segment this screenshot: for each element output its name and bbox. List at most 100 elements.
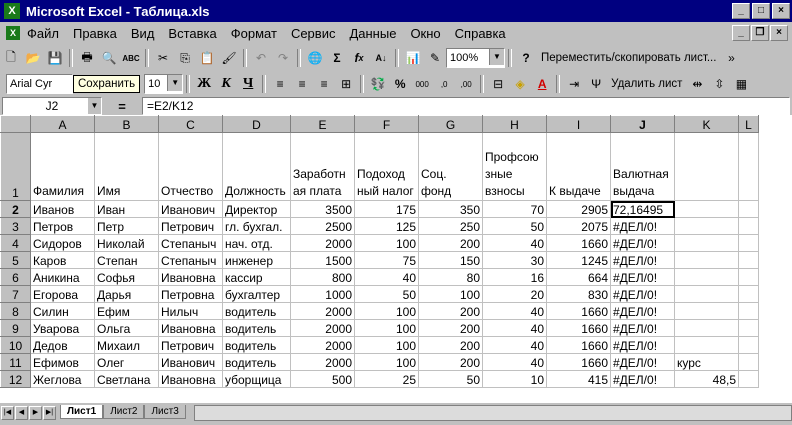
table-cell[interactable]: 2000	[290, 336, 355, 354]
table-cell[interactable]	[738, 336, 759, 354]
table-cell[interactable]: 1000	[290, 285, 355, 303]
table-cell[interactable]: 1660	[546, 234, 611, 252]
table-cell[interactable]: 415	[546, 370, 611, 388]
table-cell[interactable]: 20	[482, 285, 547, 303]
sheet-tab-3[interactable]: Лист3	[144, 405, 186, 419]
increase-decimal-icon[interactable]: ,0	[434, 74, 454, 94]
table-cell[interactable]: 75	[354, 251, 419, 269]
row-header[interactable]: 4	[0, 234, 31, 252]
table-cell[interactable]: 25	[354, 370, 419, 388]
format-painter-icon[interactable]: 🖌	[219, 48, 239, 68]
row-header[interactable]: 6	[0, 268, 31, 286]
table-cell[interactable]	[738, 268, 759, 286]
column-header[interactable]: F	[354, 115, 419, 133]
header-cell[interactable]: Отчество	[158, 132, 223, 201]
menu-file[interactable]: Файл	[20, 26, 66, 41]
table-cell[interactable]	[738, 370, 759, 388]
redo-icon[interactable]: ↷	[273, 48, 293, 68]
table-cell[interactable]: Иван	[94, 200, 159, 218]
new-icon[interactable]: 🗋	[1, 48, 21, 68]
table-cell[interactable]	[674, 268, 739, 286]
table-cell[interactable]: водитель	[222, 336, 291, 354]
row-header[interactable]: 2	[0, 200, 31, 218]
prev-sheet-icon[interactable]: ◀	[15, 406, 28, 420]
chart-wizard-icon[interactable]: 📊	[403, 48, 423, 68]
chevron-down-icon[interactable]: ▼	[489, 49, 504, 65]
column-header[interactable]: I	[546, 115, 611, 133]
table-cell[interactable]: 10	[482, 370, 547, 388]
column-header[interactable]: D	[222, 115, 291, 133]
name-box[interactable]: J2 ▼	[2, 97, 102, 115]
column-header[interactable]: K	[674, 115, 739, 133]
row-header[interactable]: 7	[0, 285, 31, 303]
table-cell[interactable]	[738, 217, 759, 235]
table-cell[interactable]: нач. отд.	[222, 234, 291, 252]
doc-minimize-button[interactable]: _	[732, 25, 750, 41]
table-cell[interactable]: #ДЕЛ/0!	[610, 353, 675, 371]
table-cell[interactable]: Иванов	[30, 200, 95, 218]
align-left-icon[interactable]: ≡	[270, 74, 290, 94]
table-cell[interactable]: 500	[290, 370, 355, 388]
table-cell[interactable]: 40	[482, 234, 547, 252]
workbook-icon[interactable]: X	[6, 26, 20, 40]
table-cell[interactable]: курс	[674, 353, 739, 371]
table-cell[interactable]: Иванович	[158, 200, 223, 218]
table-cell[interactable]	[674, 336, 739, 354]
table-cell[interactable]	[674, 302, 739, 320]
row-header[interactable]: 12	[0, 370, 31, 388]
table-cell[interactable]: Сидоров	[30, 234, 95, 252]
table-cell[interactable]	[738, 319, 759, 337]
table-cell[interactable]: Степан	[94, 251, 159, 269]
table-cell[interactable]: Жеглова	[30, 370, 95, 388]
spelling-icon[interactable]: ABC	[121, 48, 141, 68]
paste-icon[interactable]: 📋	[197, 48, 217, 68]
header-cell[interactable]	[738, 132, 759, 201]
save-icon[interactable]: 💾	[45, 48, 65, 68]
table-cell[interactable]: Директор	[222, 200, 291, 218]
menu-data[interactable]: Данные	[342, 26, 403, 41]
menu-edit[interactable]: Правка	[66, 26, 124, 41]
table-cell[interactable]: 664	[546, 268, 611, 286]
table-cell[interactable]: Степаныч	[158, 251, 223, 269]
menu-help[interactable]: Справка	[448, 26, 513, 41]
maximize-button[interactable]: □	[752, 3, 770, 19]
header-cell[interactable]: К выдаче	[546, 132, 611, 201]
column-header[interactable]: B	[94, 115, 159, 133]
menu-format[interactable]: Формат	[224, 26, 284, 41]
table-cell[interactable]: Петров	[30, 217, 95, 235]
column-header[interactable]: H	[482, 115, 547, 133]
header-cell[interactable]: Имя	[94, 132, 159, 201]
insert-sheet-icon[interactable]: ⇥	[564, 74, 584, 94]
table-cell[interactable]: #ДЕЛ/0!	[610, 234, 675, 252]
row-header[interactable]: 9	[0, 319, 31, 337]
table-cell[interactable]: Степаныч	[158, 234, 223, 252]
table-cell[interactable]: Ивановна	[158, 370, 223, 388]
table-cell[interactable]: 50	[354, 285, 419, 303]
chevron-down-icon[interactable]: ▼	[167, 75, 183, 91]
menu-view[interactable]: Вид	[124, 26, 162, 41]
fill-color-icon[interactable]: ◈	[510, 74, 530, 94]
horizontal-scrollbar[interactable]	[193, 405, 792, 421]
table-cell[interactable]: 1660	[546, 336, 611, 354]
print-icon[interactable]: 🖶	[77, 48, 97, 68]
table-cell[interactable]: 800	[290, 268, 355, 286]
insert-row-icon[interactable]: ⇳	[709, 74, 729, 94]
table-cell[interactable]: Ивановна	[158, 268, 223, 286]
table-cell[interactable]: Иванович	[158, 353, 223, 371]
table-cell[interactable]: Софья	[94, 268, 159, 286]
row-header[interactable]: 10	[0, 336, 31, 354]
next-sheet-icon[interactable]: ▶	[29, 406, 42, 420]
table-cell[interactable]: 40	[482, 336, 547, 354]
drawing-icon[interactable]: ✎	[425, 48, 445, 68]
table-cell[interactable]: 2000	[290, 234, 355, 252]
row-header[interactable]: 1	[0, 132, 31, 201]
table-cell[interactable]: кассир	[222, 268, 291, 286]
menu-window[interactable]: Окно	[403, 26, 447, 41]
table-cell[interactable]: 40	[482, 319, 547, 337]
bold-button[interactable]: Ж	[194, 74, 214, 94]
table-cell[interactable]: 2075	[546, 217, 611, 235]
table-cell[interactable]: #ДЕЛ/0!	[610, 217, 675, 235]
header-cell[interactable]: Заработн ая плата	[290, 132, 355, 201]
table-cell[interactable]: 30	[482, 251, 547, 269]
doc-restore-button[interactable]: ❐	[751, 25, 769, 41]
